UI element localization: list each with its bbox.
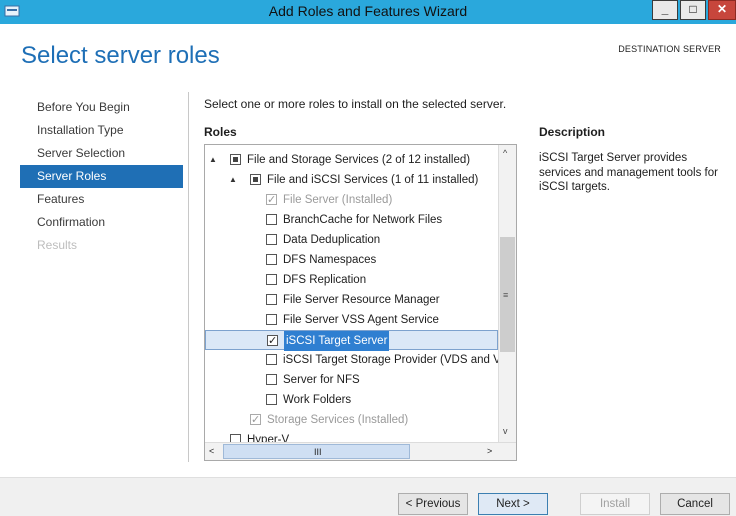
tree-row[interactable]: File Server Resource Manager (205, 290, 498, 310)
role-label: iSCSI Target Server (284, 331, 390, 351)
role-checkbox[interactable] (266, 354, 277, 365)
tree-row[interactable]: Work Folders (205, 390, 498, 410)
tree-row[interactable]: Server for NFS (205, 370, 498, 390)
role-label: iSCSI Target Storage Provider (VDS and V… (283, 354, 517, 366)
tree-row[interactable]: BranchCache for Network Files (205, 210, 498, 230)
role-label: DFS Namespaces (283, 254, 377, 266)
role-label: File and Storage Services (2 of 12 insta… (247, 154, 471, 166)
role-checkbox[interactable] (266, 234, 277, 245)
window-title: Add Roles and Features Wizard (268, 3, 468, 19)
title-bar: Add Roles and Features Wizard _ □ ✕ (0, 0, 736, 24)
role-label: File Server VSS Agent Service (283, 314, 439, 326)
next-button[interactable]: Next > (478, 493, 548, 515)
expander-icon[interactable]: ▲ (229, 170, 237, 190)
role-label: Server for NFS (283, 374, 360, 386)
nav-item-before-you-begin[interactable]: Before You Begin (20, 96, 183, 119)
wizard-nav: Before You Begin Installation Type Server … (20, 96, 183, 257)
role-label: Storage Services (Installed) (267, 414, 409, 426)
role-label: File Server (Installed) (283, 194, 393, 206)
nav-item-results: Results (37, 238, 78, 252)
horizontal-scrollbar[interactable]: < III > (205, 442, 516, 460)
role-checkbox (266, 190, 277, 210)
role-checkbox[interactable] (266, 374, 277, 385)
role-checkbox[interactable] (266, 214, 277, 225)
page-title: Select server roles (21, 42, 220, 69)
role-checkbox[interactable] (266, 254, 277, 265)
close-button[interactable]: ✕ (708, 0, 736, 20)
wizard-footer: < Previous Next > Install Cancel (0, 477, 736, 516)
install-button[interactable]: Install (580, 493, 650, 515)
destination-server-label: DESTINATION SERVER (618, 44, 721, 54)
role-checkbox[interactable] (266, 274, 277, 285)
tree-row[interactable]: Storage Services (Installed) (205, 410, 498, 430)
vertical-scrollbar[interactable]: ^ ≡ v (498, 145, 516, 442)
scroll-grip-icon: ≡ (503, 290, 509, 300)
tree-row[interactable]: ▲ File and iSCSI Services (1 of 11 instal… (205, 170, 498, 190)
tree-row[interactable]: File Server VSS Agent Service (205, 310, 498, 330)
description-text: iSCSI Target Server provides services an… (539, 152, 718, 193)
role-checkbox[interactable] (250, 174, 261, 185)
scroll-grip-icon: III (314, 447, 322, 457)
minimize-button[interactable]: _ (652, 0, 678, 20)
role-checkbox[interactable] (230, 154, 241, 165)
nav-item-installation-type[interactable]: Installation Type (20, 119, 183, 142)
nav-item-confirmation[interactable]: Confirmation (20, 211, 183, 234)
tree-row[interactable]: ▲ File and Storage Services (2 of 12 inst… (205, 150, 498, 170)
role-checkbox[interactable] (266, 314, 277, 325)
role-label: DFS Replication (283, 274, 367, 286)
maximize-button[interactable]: □ (680, 0, 706, 20)
role-label: BranchCache for Network Files (283, 214, 443, 226)
tree-row[interactable]: iSCSI Target Storage Provider (VDS and V… (205, 350, 516, 370)
nav-item-server-roles[interactable]: Server Roles (20, 165, 183, 188)
role-checkbox[interactable] (267, 331, 278, 351)
horizontal-scroll-thumb[interactable]: III (223, 444, 410, 459)
role-label: File Server Resource Manager (283, 294, 440, 306)
role-checkbox (250, 410, 261, 430)
tree-row[interactable]: DFS Replication (205, 270, 498, 290)
tree-row[interactable]: File Server (Installed) (205, 190, 498, 210)
roles-tree[interactable]: ▲ File and Storage Services (2 of 12 inst… (204, 144, 517, 461)
role-checkbox[interactable] (266, 394, 277, 405)
scroll-down-icon[interactable]: v (503, 426, 508, 436)
scroll-right-icon[interactable]: > (487, 446, 492, 456)
tree-row[interactable]: Data Deduplication (205, 230, 498, 250)
scroll-left-icon[interactable]: < (209, 446, 214, 456)
expander-icon[interactable]: ▲ (209, 150, 217, 170)
roles-heading: Roles (204, 125, 237, 139)
description-heading: Description (539, 125, 606, 139)
nav-divider (188, 92, 189, 462)
tree-row[interactable]: DFS Namespaces (205, 250, 498, 270)
scroll-up-icon[interactable]: ^ (503, 148, 507, 158)
role-label: Work Folders (283, 394, 352, 406)
role-label: Data Deduplication (283, 234, 381, 246)
tree-row[interactable]: iSCSI Target Server (205, 330, 498, 351)
cancel-button[interactable]: Cancel (660, 493, 730, 515)
nav-item-features[interactable]: Features (20, 188, 183, 211)
role-checkbox[interactable] (266, 294, 277, 305)
role-label: File and iSCSI Services (1 of 11 install… (267, 174, 479, 186)
nav-item-server-selection[interactable]: Server Selection (20, 142, 183, 165)
previous-button[interactable]: < Previous (398, 493, 468, 515)
instruction-text: Select one or more roles to install on t… (204, 97, 507, 111)
